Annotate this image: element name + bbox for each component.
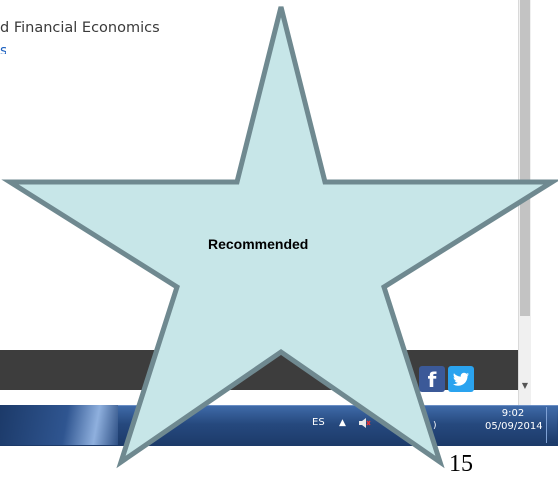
star-label: Recommended <box>208 236 309 252</box>
star-shape <box>1 6 558 469</box>
slide-number: 15 <box>449 451 473 477</box>
